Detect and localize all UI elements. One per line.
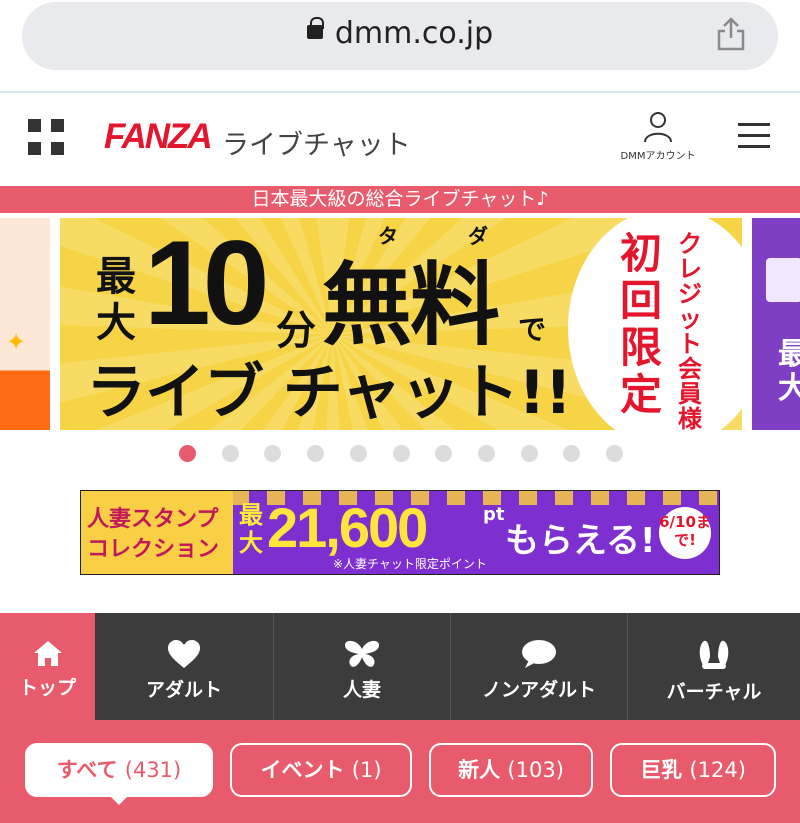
url-text: dmm.co.jp: [334, 16, 494, 51]
banner-number: 10: [144, 218, 270, 350]
tab-top[interactable]: トップ: [0, 613, 95, 720]
banner-badge-main: 初回限定: [620, 229, 663, 419]
site-header: FANZA ライブチャット DMMアカウント: [0, 93, 800, 186]
sparkle-icon: ✦: [6, 328, 27, 356]
filter-bar: すべて (431) イベント (1) 新人 (103) 巨乳 (124): [0, 720, 800, 823]
logo-subtitle[interactable]: ライブチャット: [222, 123, 411, 162]
address-bar[interactable]: dmm.co.jp: [22, 2, 778, 70]
grid-menu-icon[interactable]: [28, 119, 64, 155]
tab-label: バーチャル: [666, 681, 762, 703]
carousel-dot[interactable]: [521, 445, 538, 462]
carousel-dot[interactable]: [435, 445, 452, 462]
filter-newcomer[interactable]: 新人 (103): [429, 743, 593, 797]
tab-label: トップ: [18, 677, 76, 699]
account-button[interactable]: DMMアカウント: [618, 111, 698, 162]
tab-label: ノンアダルト: [481, 679, 596, 701]
category-nav: トップ アダルト 人妻 ノンアダルト バーチャル: [0, 613, 800, 720]
share-icon[interactable]: [714, 16, 748, 52]
sub-banner-prefix: 最大: [239, 501, 263, 557]
carousel-current-slide[interactable]: 最大 10 分 タ ダ 無料 で ライブ チャット!! 初回限定 クレジット会員…: [60, 218, 742, 430]
carousel-dot[interactable]: [393, 445, 410, 462]
bunny-ears-icon: [699, 640, 729, 669]
tab-non-adult[interactable]: ノンアダルト: [451, 613, 627, 720]
hamburger-menu-icon[interactable]: [738, 123, 770, 149]
heart-icon: [168, 640, 200, 668]
carousel-dot[interactable]: [350, 445, 367, 462]
user-icon: [644, 112, 672, 143]
tab-married[interactable]: 人妻: [274, 613, 450, 720]
carousel-dot[interactable]: [563, 445, 580, 462]
banner-free: 無料: [322, 253, 500, 358]
sub-banner-cta: もらえる!: [505, 521, 656, 561]
carousel-dot[interactable]: [606, 445, 623, 462]
sub-banner-unit: pt: [483, 504, 505, 525]
sub-banner-left-text: 人妻スタンプコレクション: [87, 507, 220, 562]
carousel-dot[interactable]: [307, 445, 324, 462]
butterfly-icon: [345, 640, 379, 667]
tab-label: 人妻: [342, 679, 381, 701]
carousel-next-slide[interactable]: 最大: [752, 218, 800, 430]
filter-all[interactable]: すべて (431): [25, 743, 213, 805]
speech-bubble-icon: [522, 640, 556, 668]
carousel-pagination: [0, 445, 800, 467]
carousel-dot[interactable]: [179, 445, 196, 462]
filter-busty[interactable]: 巨乳 (124): [610, 743, 776, 797]
carousel-dot[interactable]: [478, 445, 495, 462]
tab-label: アダルト: [145, 679, 222, 701]
account-label: DMMアカウント: [620, 151, 696, 162]
carousel-dot[interactable]: [264, 445, 281, 462]
banner-badge-side: クレジット会員様: [678, 230, 702, 431]
lock-icon: [306, 16, 324, 39]
home-icon: [33, 641, 62, 666]
tab-adult[interactable]: アダルト: [95, 613, 273, 720]
sub-banner-date: 6/10まで!: [659, 507, 711, 559]
browser-chrome: dmm.co.jp: [0, 0, 800, 92]
banner-de: で: [518, 313, 547, 346]
fanza-logo[interactable]: FANZA: [104, 117, 213, 157]
hero-carousel[interactable]: ✦ 最大 10 分 タ ダ 無料 で ライブ チャット!! 初回限定 クレジット…: [0, 213, 800, 435]
tab-virtual[interactable]: バーチャル: [628, 613, 800, 720]
filter-event[interactable]: イベント (1): [230, 743, 412, 797]
sub-banner-amount: 21,600: [267, 496, 428, 559]
tagline-bar: 日本最大級の総合ライブチャット♪: [0, 186, 800, 213]
url-display[interactable]: dmm.co.jp: [22, 16, 778, 51]
banner-prefix: 最大: [96, 254, 136, 346]
banner-title: ライブ チャット!!: [86, 358, 572, 428]
carousel-dot[interactable]: [222, 445, 239, 462]
stamp-campaign-banner[interactable]: 人妻スタンプコレクション 最大 21,600 pt もらえる! ※人妻チャット限…: [80, 490, 720, 575]
carousel-prev-slide[interactable]: ✦: [0, 218, 50, 430]
sub-banner-note: ※人妻チャット限定ポイント: [333, 557, 487, 571]
